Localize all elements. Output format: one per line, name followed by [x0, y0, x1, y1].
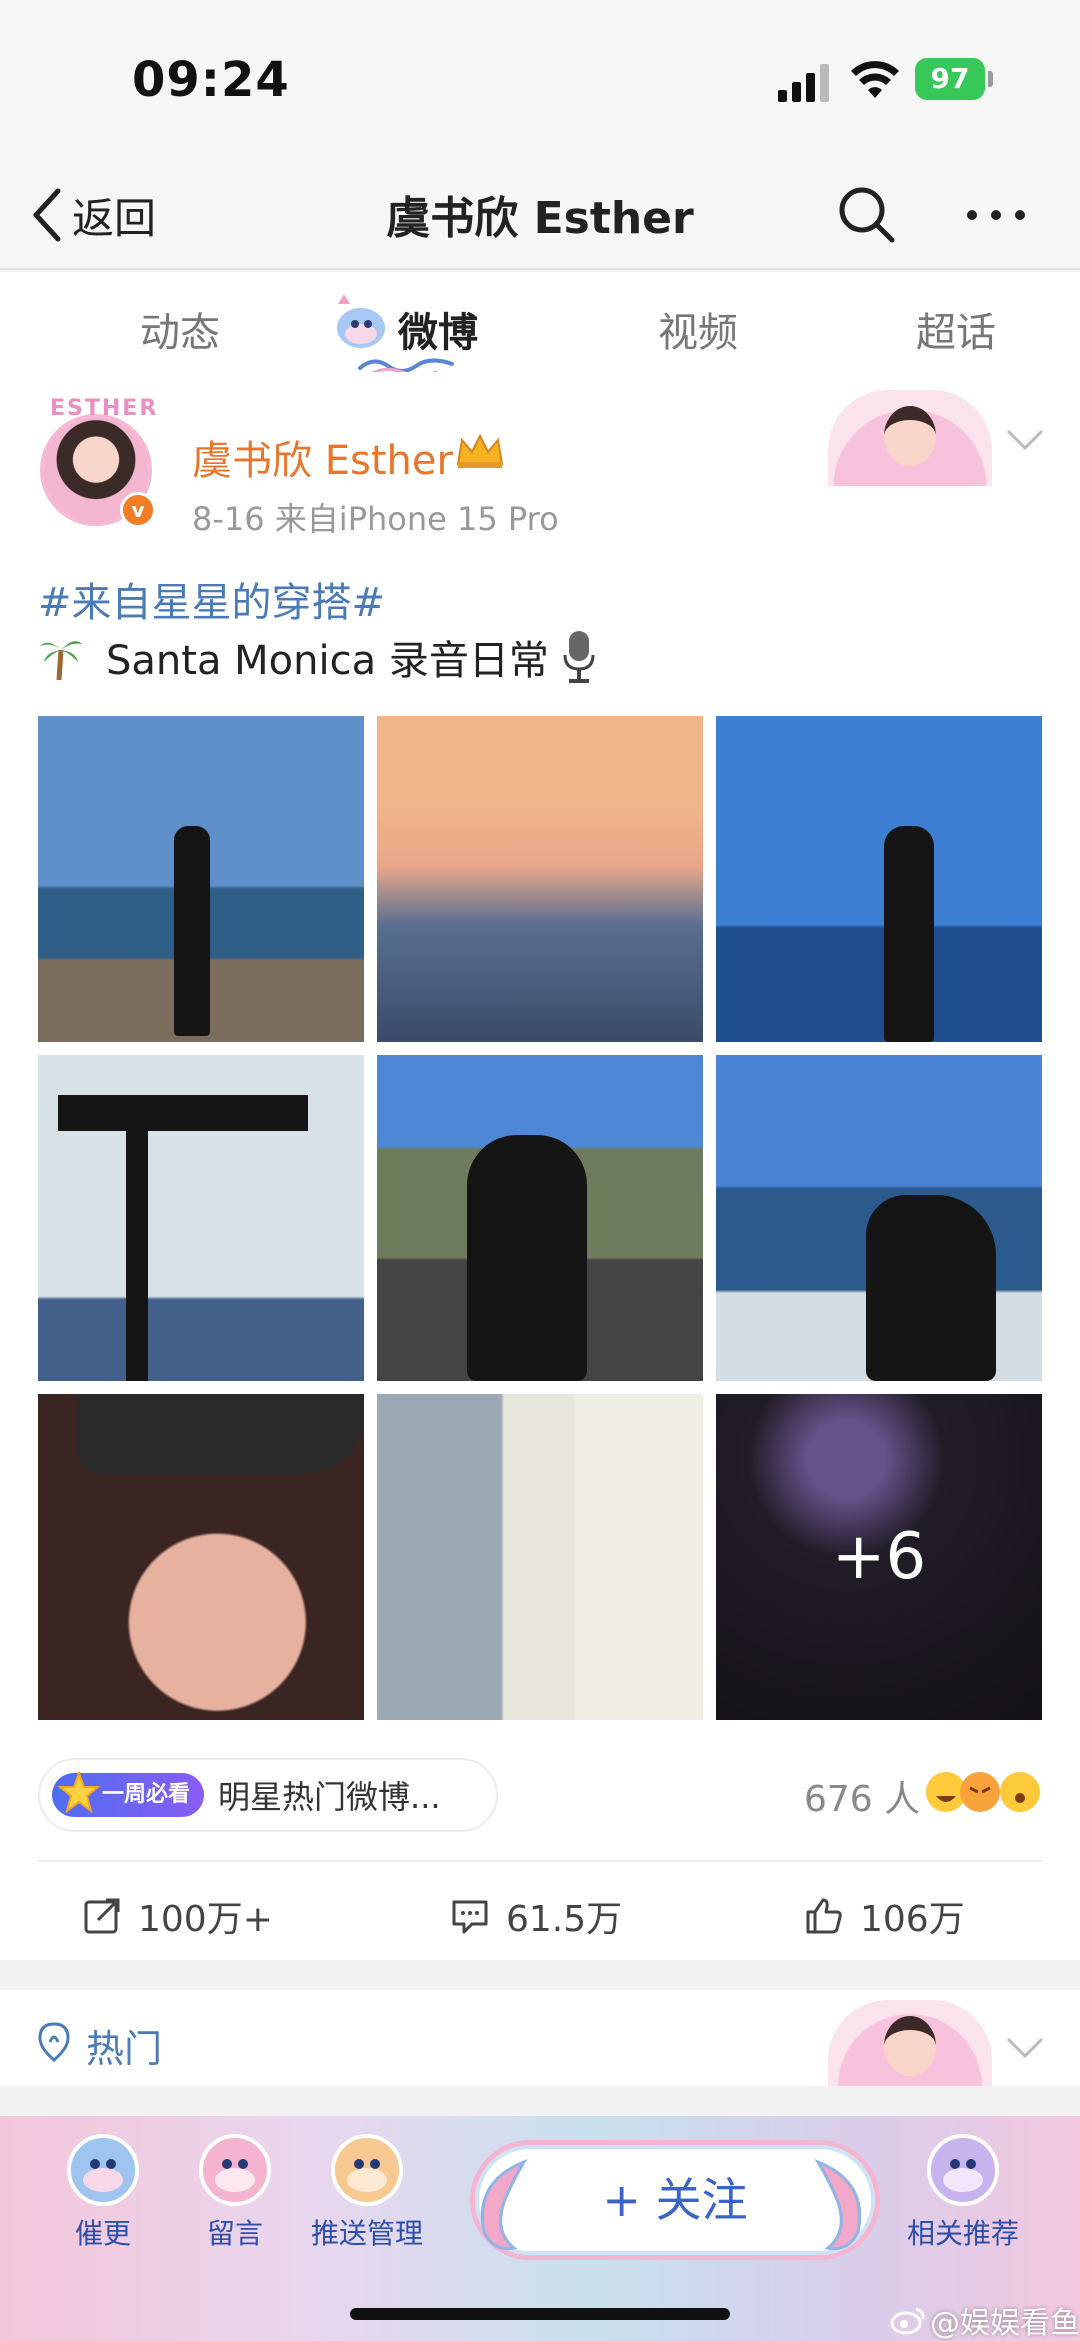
more-photos-count: +6: [716, 1394, 1042, 1720]
fish-tail-left-icon: [480, 2158, 528, 2251]
watermark-text: @娱娱看鱼: [930, 2306, 1080, 2341]
photo-grid: +6: [38, 716, 1042, 1720]
hot-section-label: 热门: [86, 2027, 163, 2071]
author-avatar[interactable]: ESTHER v: [32, 396, 162, 528]
comment-button[interactable]: 61.5万: [450, 1890, 622, 1942]
sticker-face: [884, 406, 936, 466]
photo-cap: [78, 1394, 364, 1474]
photo-subject: [174, 826, 210, 1036]
photo-3[interactable]: [716, 716, 1042, 1042]
hot-weibo-pill[interactable]: 一周必看 明星热门微博...: [38, 1758, 498, 1832]
fish-mascot-icon: [67, 2134, 139, 2206]
post-actions: 100万+ 61.5万 106万: [0, 1862, 1080, 1960]
fish-tail-right-icon: [814, 2158, 862, 2251]
weekly-badge-label: 一周必看: [102, 1782, 191, 1807]
home-indicator[interactable]: [350, 2308, 730, 2320]
chevron-down-icon[interactable]: [1006, 2036, 1044, 2060]
sticker-face: [884, 2016, 936, 2076]
tab-weibo[interactable]: 微博: [398, 300, 478, 358]
hot-location-icon: [38, 2022, 70, 2062]
thumbs-up-icon: [806, 1898, 842, 1934]
repost-button[interactable]: 100万+: [82, 1890, 273, 1942]
bottom-item-label: 推送管理: [310, 2217, 423, 2250]
photo-1[interactable]: [38, 716, 364, 1042]
microphone-icon: [563, 631, 595, 683]
chevron-down-icon[interactable]: [1006, 428, 1044, 452]
profile-tabs: 动态 微博 视频 超话: [0, 272, 1080, 376]
author-name[interactable]: 虞书欣 Esther: [192, 428, 453, 486]
tab-video[interactable]: 视频: [658, 300, 738, 358]
verified-badge-icon: v: [120, 492, 156, 528]
bottom-item-label: 相关推荐: [906, 2217, 1019, 2250]
photo-8[interactable]: [377, 1394, 703, 1720]
weibo-logo-icon: [890, 2307, 925, 2335]
photo-7[interactable]: [38, 1394, 364, 1720]
photo-9[interactable]: +6: [716, 1394, 1042, 1720]
weekly-must-see-badge: 一周必看: [52, 1770, 205, 1817]
post-hashtag[interactable]: #来自星星的穿搭#: [38, 570, 385, 628]
card-decoration-sticker: [828, 390, 992, 486]
photo-subject: [884, 826, 934, 1042]
likes-people-count: 676 人: [804, 1779, 921, 1820]
push-settings-button[interactable]: 推送管理: [302, 2132, 432, 2252]
status-bar: 09:24 97: [0, 0, 1080, 160]
like-count: 106万: [860, 1899, 965, 1940]
leave-message-button[interactable]: 留言: [170, 2132, 300, 2252]
tab-super-topic[interactable]: 超话: [916, 300, 996, 358]
comment-count: 61.5万: [506, 1899, 623, 1940]
photo-2[interactable]: [377, 716, 703, 1042]
wifi-icon: [851, 61, 899, 98]
repost-icon: [84, 1898, 120, 1934]
comment-icon: [452, 1900, 488, 1934]
photo-subject: [866, 1195, 996, 1381]
star-icon: [58, 1770, 100, 1814]
photo-subject: [467, 1135, 587, 1381]
reaction-emojis-icon: [926, 1772, 1040, 1812]
fish-mascot-icon: [927, 2134, 999, 2206]
hot-section-header[interactable]: 热门: [0, 1990, 1080, 2086]
palm-tree-icon: [40, 641, 82, 681]
section-decoration-sticker: [828, 2000, 992, 2086]
fish-mascot-icon: [331, 2134, 403, 2206]
page-title: 虞书欣 Esther: [386, 193, 694, 244]
urge-update-button[interactable]: 催更: [38, 2132, 168, 2252]
post-card: ESTHER v 虞书欣 Esther 8-16 来自iPhone 15 Pro…: [0, 372, 1080, 1960]
watermark: @娱娱看鱼: [890, 2298, 1080, 2341]
post-text: Santa Monica 录音日常: [38, 628, 599, 686]
fish-mascot-icon: [337, 294, 385, 348]
status-time: 09:24: [132, 52, 290, 108]
cellular-signal-icon: [778, 64, 829, 102]
photo-post: [126, 1131, 148, 1381]
hot-weibo-text: 明星热门微博...: [218, 1778, 441, 1816]
battery-level: 97: [930, 62, 970, 95]
photo-roof: [58, 1095, 308, 1131]
bottom-item-label: 催更: [74, 2217, 131, 2250]
more-icon[interactable]: [960, 182, 1032, 248]
crown-icon: [456, 433, 504, 468]
search-icon[interactable]: [832, 180, 902, 250]
repost-count: 100万+: [138, 1899, 273, 1940]
photo-4[interactable]: [38, 1055, 364, 1381]
avatar-frame-text: ESTHER: [50, 396, 159, 421]
like-button[interactable]: 106万: [804, 1890, 965, 1942]
navigation-bar: 返回 虞书欣 Esther: [0, 160, 1080, 270]
post-meta: 8-16 来自iPhone 15 Pro: [192, 500, 559, 538]
fish-mascot-icon: [199, 2134, 271, 2206]
post-text-content: Santa Monica 录音日常: [106, 638, 549, 684]
photo-5[interactable]: [377, 1055, 703, 1381]
battery-indicator: 97: [915, 58, 985, 100]
tab-dynamic[interactable]: 动态: [140, 300, 220, 358]
battery-tip: [988, 71, 993, 87]
related-recommend-button[interactable]: 相关推荐: [898, 2132, 1028, 2252]
bottom-item-label: 留言: [206, 2217, 263, 2250]
photo-6[interactable]: [716, 1055, 1042, 1381]
